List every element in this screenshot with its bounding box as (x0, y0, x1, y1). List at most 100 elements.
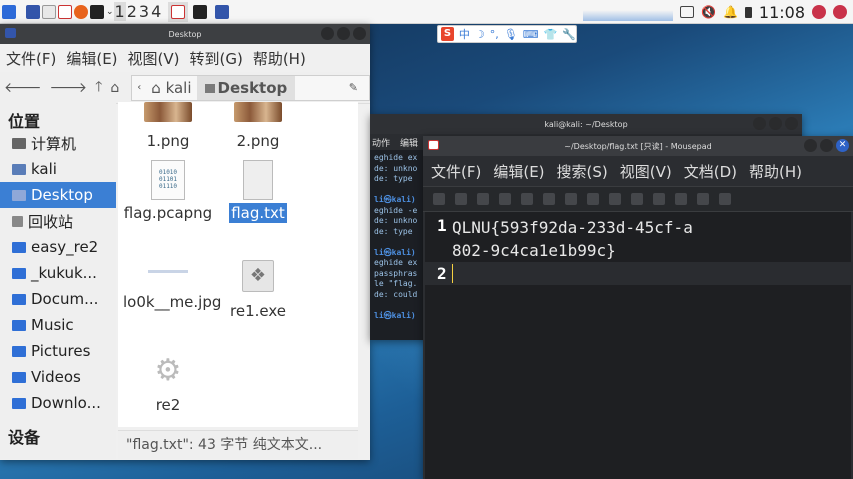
minimize-button[interactable] (321, 27, 334, 40)
copy-icon[interactable] (609, 193, 621, 205)
close-button[interactable] (353, 27, 366, 40)
sidebar-item-pictures[interactable]: Pictures (0, 338, 116, 364)
menu-file[interactable]: 文件(F) (431, 161, 481, 182)
menu-document[interactable]: 文档(D) (684, 161, 737, 182)
close-tab-icon[interactable] (521, 193, 533, 205)
keyboard-icon[interactable]: ⌨ (523, 28, 539, 41)
breadcrumb-home[interactable]: ⌂ kali (146, 79, 196, 97)
save-as-icon[interactable] (499, 193, 511, 205)
terminal-titlebar[interactable]: kali@kali: ~/Desktop (370, 114, 802, 134)
paste-icon[interactable] (631, 193, 643, 205)
redo-icon[interactable] (565, 193, 577, 205)
text-editor-area[interactable]: 1 QLNU{593f92da-233d-45cf-a802-9c4ca1e1b… (425, 212, 853, 479)
launcher-dropdown-icon[interactable]: ⌄ (106, 2, 114, 22)
fullscreen-icon[interactable] (719, 193, 731, 205)
workspace-2[interactable]: 2 (126, 2, 138, 21)
back-arrow-icon[interactable]: 🡐 (4, 79, 42, 96)
maximize-button[interactable] (820, 139, 833, 152)
battery-icon[interactable] (744, 6, 752, 18)
close-button[interactable]: ✕ (836, 139, 849, 152)
sidebar-item-kali[interactable]: kali (0, 156, 116, 182)
sidebar-item-music[interactable]: Music (0, 312, 116, 338)
notification-bell-icon[interactable]: 🔔 (723, 5, 738, 19)
maximize-button[interactable] (769, 117, 782, 130)
menu-help[interactable]: 帮助(H) (749, 161, 802, 182)
microphone-icon[interactable]: 🎙 (504, 28, 518, 41)
sidebar-item-easy-re2[interactable]: easy_re2 (0, 234, 116, 260)
terminal-launcher-icon[interactable] (90, 2, 104, 22)
minimize-button[interactable] (804, 139, 817, 152)
minimize-button[interactable] (753, 117, 766, 130)
menu-edit[interactable]: 编辑(E) (66, 48, 117, 69)
file-manager-titlebar[interactable]: Desktop (0, 24, 370, 44)
taskbar-terminal-icon[interactable] (190, 2, 210, 22)
sidebar-item-documents[interactable]: Docum... (0, 286, 116, 312)
sidebar-item-kukuk[interactable]: _kukuk... (0, 260, 116, 286)
terminal-menu-actions[interactable]: 动作 (372, 136, 390, 149)
cut-icon[interactable] (587, 193, 599, 205)
new-file-icon[interactable] (433, 193, 445, 205)
workspace-4[interactable]: 4 (150, 2, 162, 21)
sogou-ime-toolbar[interactable]: S 中 ☽ °, 🎙 ⌨ 👕 🔧 (437, 25, 577, 43)
mousepad-titlebar[interactable]: ~/Desktop/flag.txt [只读] - Mousepad ✕ (423, 136, 853, 156)
text-editor-launcher-icon[interactable] (58, 2, 72, 22)
file-item-flag-txt[interactable]: flag.txt (208, 160, 308, 224)
breadcrumb-current[interactable]: Desktop (196, 75, 296, 100)
ime-mode-chinese[interactable]: 中 (459, 26, 470, 42)
file-item-re1-exe[interactable]: ❖ re1.exe (208, 260, 308, 322)
folder-icon (12, 345, 26, 357)
menu-file[interactable]: 文件(F) (6, 48, 56, 69)
workspace-1[interactable]: 1 (113, 2, 126, 21)
file-item-re2[interactable]: ⚙ re2 (118, 354, 218, 416)
taskbar-file-manager-icon[interactable] (212, 2, 232, 22)
file-manager-launcher-icon[interactable] (42, 2, 56, 22)
sidebar-item-trash[interactable]: 回收站 (0, 208, 116, 234)
clock[interactable]: 11:08 (759, 3, 805, 22)
forward-arrow-icon[interactable]: 🡒 (50, 79, 88, 96)
close-button[interactable] (785, 117, 798, 130)
replace-icon[interactable] (675, 193, 687, 205)
menu-go[interactable]: 转到(G) (190, 48, 243, 69)
maximize-button[interactable] (337, 27, 350, 40)
workspace-3[interactable]: 3 (138, 2, 150, 21)
goto-line-icon[interactable] (697, 193, 709, 205)
menu-view[interactable]: 视图(V) (620, 161, 672, 182)
sidebar-item-computer[interactable]: 计算机 (0, 130, 116, 156)
network-icon[interactable] (679, 6, 694, 18)
undo-icon[interactable] (543, 193, 555, 205)
sidebar-item-videos[interactable]: Videos (0, 364, 116, 390)
save-icon[interactable] (477, 193, 489, 205)
sidebar-item-downloads[interactable]: Downlo... (0, 390, 116, 416)
file-item-1-png[interactable]: 1.png (118, 102, 218, 152)
text-caret (452, 264, 453, 283)
power-icon[interactable] (833, 5, 847, 19)
up-arrow-icon[interactable]: 🡑 (95, 76, 102, 100)
show-desktop-icon[interactable] (26, 2, 40, 22)
kali-menu-icon[interactable] (2, 2, 16, 22)
tools-icon[interactable]: 🔧 (562, 28, 576, 41)
firefox-launcher-icon[interactable] (74, 2, 88, 22)
file-item-lo0k-me-jpg[interactable]: lo0k__me.jpg (118, 270, 221, 313)
taskbar-mousepad-icon[interactable] (168, 1, 189, 22)
edit-path-icon[interactable]: ✎ (344, 81, 363, 94)
devices-header: 设备 (8, 428, 41, 447)
sidebar-item-desktop[interactable]: Desktop (0, 182, 116, 208)
moon-icon[interactable]: ☽ (475, 28, 485, 41)
location-bar[interactable]: ‹ ⌂ kali Desktop ✎ (131, 74, 370, 101)
home-icon[interactable]: ⌂ (110, 80, 119, 96)
skin-shirt-icon[interactable]: 👕 (544, 28, 558, 41)
lock-screen-icon[interactable] (812, 5, 826, 19)
punctuation-icon[interactable]: °, (490, 28, 499, 41)
menu-view[interactable]: 视图(V) (128, 48, 180, 69)
file-item-2-png[interactable]: 2.png (208, 102, 308, 152)
mute-icon[interactable]: 🔇 (701, 5, 716, 19)
find-icon[interactable] (653, 193, 665, 205)
menu-search[interactable]: 搜索(S) (557, 161, 608, 182)
terminal-menu-edit[interactable]: 编辑 (400, 136, 418, 149)
open-file-icon[interactable] (455, 193, 467, 205)
file-item-flag-pcapng[interactable]: 01010 01101 01110 flag.pcapng (118, 160, 218, 224)
menu-edit[interactable]: 编辑(E) (493, 161, 544, 182)
trash-icon (12, 215, 23, 227)
path-scroll-left-icon[interactable]: ‹ (132, 82, 146, 93)
menu-help[interactable]: 帮助(H) (253, 48, 306, 69)
